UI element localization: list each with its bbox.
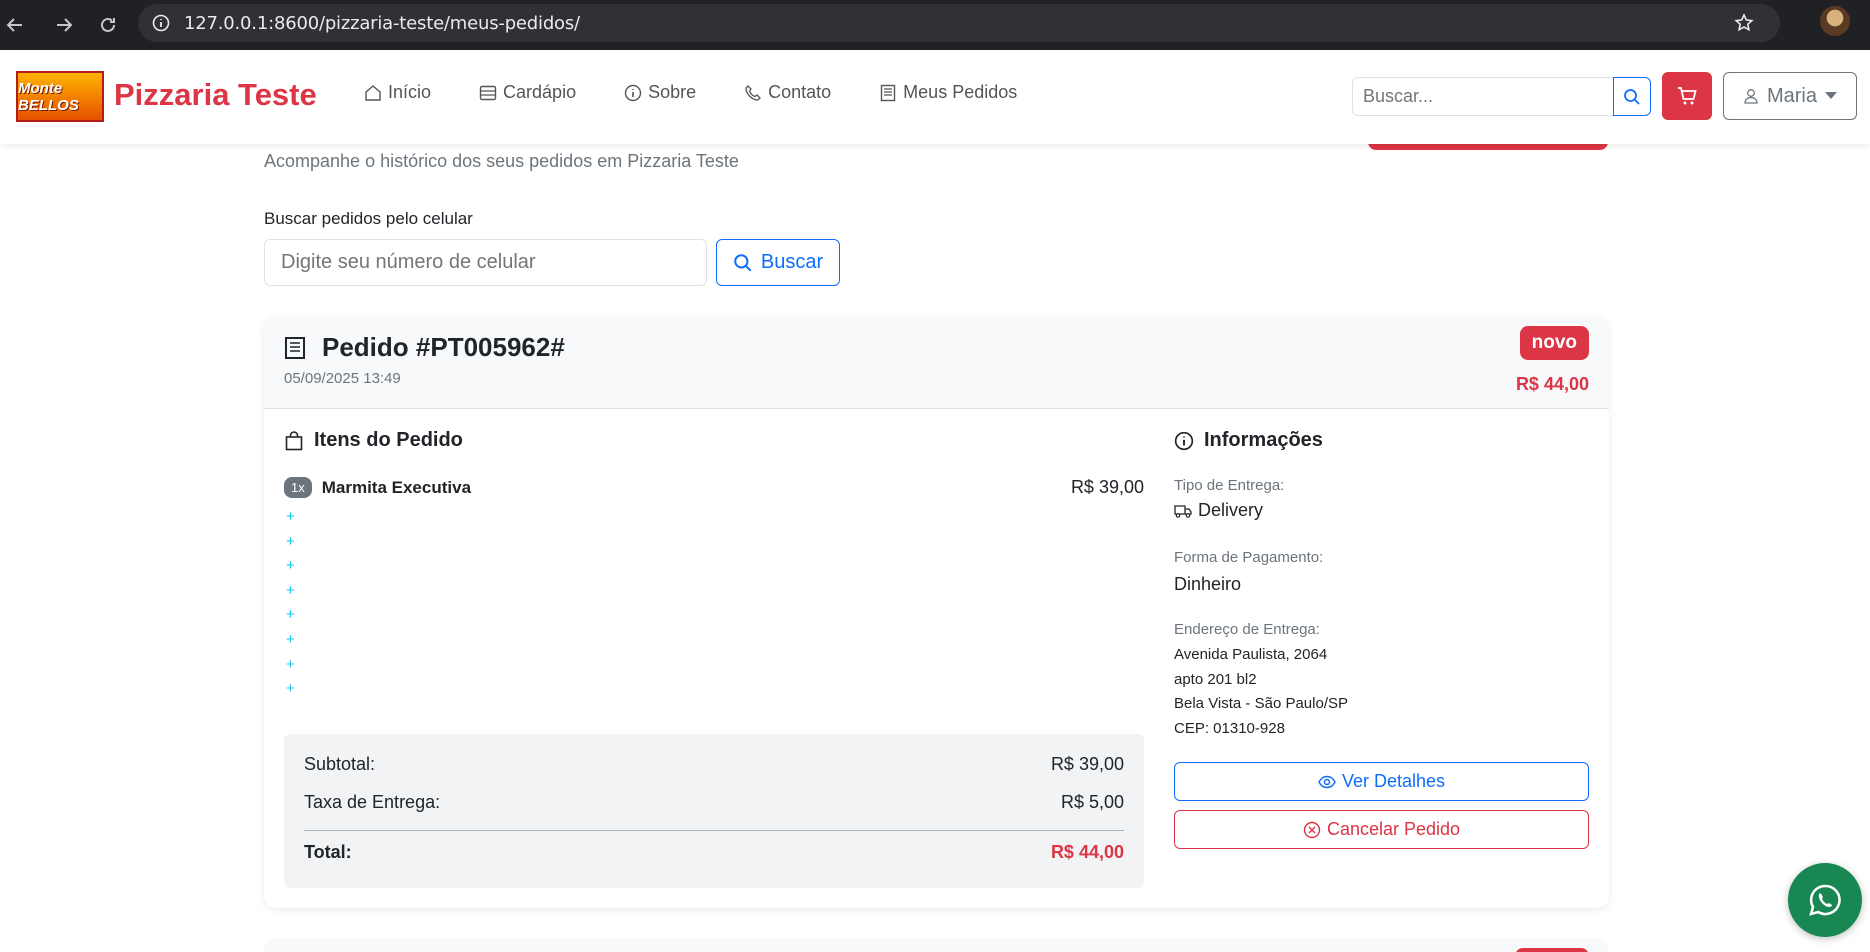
address-line: apto 201 bl2 <box>1174 671 1257 688</box>
address-line: CEP: 01310-928 <box>1174 720 1285 737</box>
order-title: Pedido #PT005962# <box>284 332 565 363</box>
address-label: Endereço de Entrega: <box>1174 621 1320 638</box>
payment-value: Dinheiro <box>1174 574 1242 594</box>
search-input[interactable] <box>1352 77 1614 116</box>
nav-sobre[interactable]: Sobre <box>624 82 696 103</box>
order-date: 05/09/2025 13:49 <box>284 370 401 387</box>
eye-icon <box>1318 775 1336 788</box>
items-section-title: Itens do Pedido <box>284 429 463 452</box>
nav-cardapio[interactable]: Cardápio <box>479 82 576 103</box>
address-bar[interactable]: 127.0.0.1:8600/pizzaria-teste/meus-pedid… <box>138 4 1780 42</box>
status-badge: novo <box>1519 326 1589 360</box>
x-circle-icon <box>1303 821 1321 838</box>
truck-icon <box>1174 504 1192 518</box>
user-name: Maria <box>1766 84 1817 107</box>
user-menu-button[interactable]: Maria <box>1723 72 1857 120</box>
phone-icon <box>745 84 762 101</box>
delivery-fee-row: Taxa de Entrega: R$ 5,00 <box>304 792 1124 813</box>
subtotal-label: Subtotal: <box>304 754 376 774</box>
delivery-fee-value: R$ 5,00 <box>1060 792 1124 812</box>
subtotal-row: Subtotal: R$ 39,00 <box>304 754 1124 775</box>
info-icon <box>624 84 642 101</box>
page-subtitle: Acompanhe o histórico dos seus pedidos e… <box>264 151 739 171</box>
phone-search-input[interactable] <box>264 239 707 286</box>
cancel-order-button[interactable]: Cancelar Pedido <box>1174 810 1589 849</box>
menu-card-icon <box>479 85 497 100</box>
addon-marker: + <box>286 532 295 550</box>
delivery-type-label: Tipo de Entrega: <box>1174 477 1285 494</box>
reload-icon[interactable] <box>86 5 130 45</box>
addon-marker: + <box>286 581 295 599</box>
cart-button[interactable] <box>1662 72 1712 120</box>
item-name: Marmita Executiva <box>321 477 472 497</box>
whatsapp-icon <box>1809 884 1841 916</box>
nav-meus-pedidos[interactable]: Meus Pedidos <box>879 82 1017 103</box>
total-row: Total: R$ 44,00 <box>304 842 1124 863</box>
forward-icon[interactable] <box>42 5 86 45</box>
address-line: Bela Vista - São Paulo/SP <box>1174 695 1348 712</box>
browser-toolbar: 127.0.0.1:8600/pizzaria-teste/meus-pedid… <box>0 0 1870 50</box>
next-order-status-badge <box>1515 948 1589 952</box>
addon-list: + + + + + + + + <box>286 508 295 705</box>
bag-icon <box>285 430 303 450</box>
payment-label: Forma de Pagamento: <box>1174 549 1324 566</box>
delivery-fee-label: Taxa de Entrega: <box>304 792 441 812</box>
addon-marker: + <box>286 508 295 525</box>
site-navbar: Monte BELLOS Pizzaria Teste Início Cardá… <box>0 50 1870 144</box>
bookmark-star-icon[interactable] <box>1734 13 1754 38</box>
main-nav: Início Cardápio Sobre Contato Meus Pedid… <box>364 82 1065 103</box>
person-icon <box>1744 89 1758 104</box>
info-section-title: Informações <box>1174 429 1323 452</box>
quantity-badge: 1x <box>284 477 312 498</box>
delivery-type-value: Delivery <box>1174 500 1263 521</box>
addon-marker: + <box>286 680 295 698</box>
next-order-card <box>264 938 1609 952</box>
nav-contato[interactable]: Contato <box>744 82 831 103</box>
browser-profile-avatar[interactable] <box>1820 6 1850 36</box>
nav-inicio[interactable]: Início <box>364 82 431 103</box>
list-item: 1x Marmita Executiva R$ 39,00 <box>284 477 1144 498</box>
total-label: Total: <box>304 842 352 862</box>
site-info-icon[interactable] <box>152 14 170 32</box>
phone-search-button[interactable]: Buscar <box>716 239 840 286</box>
caret-down-icon <box>1825 92 1837 99</box>
addon-marker: + <box>286 655 295 673</box>
view-details-button[interactable]: Ver Detalhes <box>1174 762 1589 801</box>
phone-search-label: Buscar pedidos pelo celular <box>264 209 473 228</box>
item-price: R$ 39,00 <box>1070 477 1144 497</box>
whatsapp-button[interactable] <box>1788 863 1862 937</box>
cart-icon <box>1678 87 1697 105</box>
receipt-icon <box>880 84 896 101</box>
order-card: Pedido #PT005962# 05/09/2025 13:49 novo … <box>264 316 1609 908</box>
subtotal-value: R$ 39,00 <box>1050 754 1124 774</box>
addon-marker: + <box>286 606 295 624</box>
back-icon[interactable] <box>0 5 30 45</box>
order-card-header: Pedido #PT005962# 05/09/2025 13:49 novo … <box>264 316 1609 409</box>
order-totals: Subtotal: R$ 39,00 Taxa de Entrega: R$ 5… <box>284 734 1144 888</box>
brand-name[interactable]: Pizzaria Teste <box>114 77 317 113</box>
receipt-icon <box>285 336 305 359</box>
search-button[interactable] <box>1613 77 1651 116</box>
total-value: R$ 44,00 <box>1050 842 1124 862</box>
house-icon <box>365 84 381 101</box>
url-text[interactable]: 127.0.0.1:8600/pizzaria-teste/meus-pedid… <box>184 13 580 34</box>
order-header-total: R$ 44,00 <box>1515 374 1589 394</box>
search-icon <box>1624 88 1640 105</box>
address-line: Avenida Paulista, 2064 <box>1174 646 1328 663</box>
addon-marker: + <box>286 630 295 648</box>
search-icon <box>734 253 752 271</box>
info-icon <box>1174 431 1194 450</box>
totals-divider <box>304 830 1124 831</box>
pizzeria-logo[interactable]: Monte BELLOS <box>16 71 104 122</box>
addon-marker: + <box>286 557 295 575</box>
